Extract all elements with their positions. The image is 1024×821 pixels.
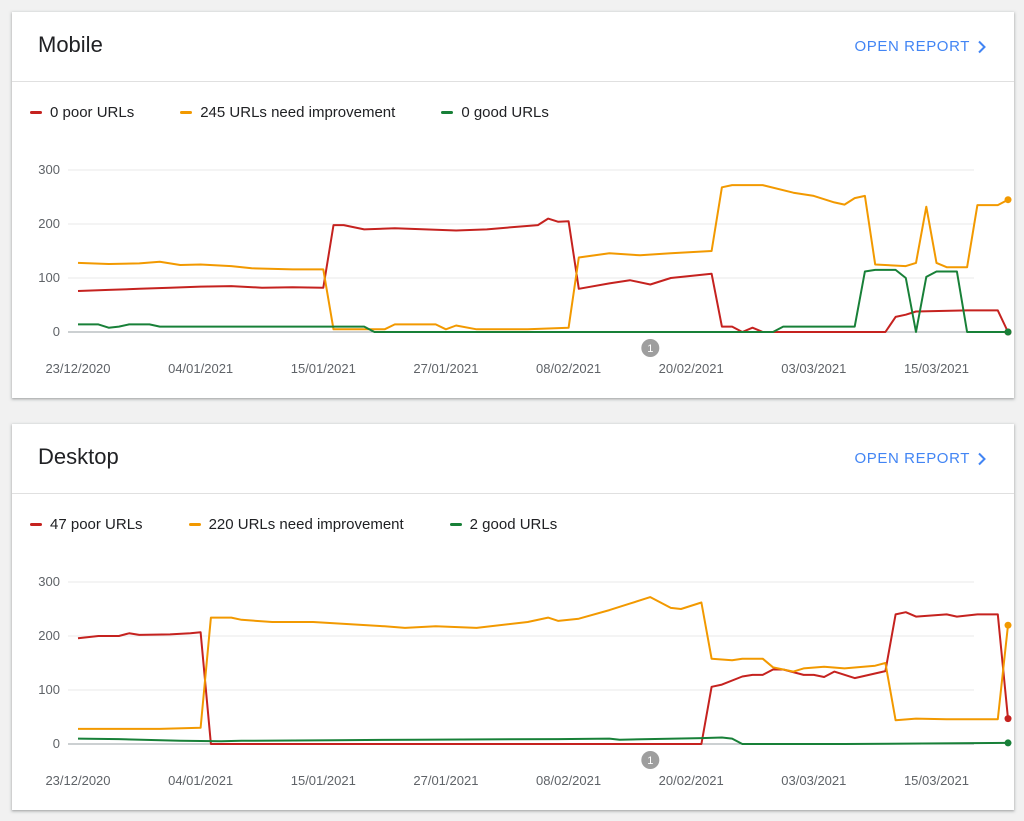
series-end-point-poor[interactable] [1004,715,1012,723]
annotation-label: 1 [647,755,653,767]
series-line-good[interactable] [78,268,1008,333]
y-tick-label: 300 [38,574,60,589]
mobile-card: Mobile OPEN REPORT 0 poor URLs 245 URLs … [12,12,1014,398]
series-end-point-needs[interactable] [1004,621,1012,629]
x-tick-label: 23/12/2020 [45,773,110,788]
mobile-legend-needs-label: 245 URLs need improvement [200,104,396,121]
y-tick-label: 200 [38,628,60,643]
mobile-card-header: Mobile OPEN REPORT [12,12,1014,82]
mobile-line-chart: 0 100 200 300 23/12/2020 04/01/2021 15/01/2021… [38,162,1012,376]
desktop-open-report-label: OPEN REPORT [854,450,970,467]
series-line-poor[interactable] [77,611,1009,745]
mobile-legend-poor[interactable]: 0 poor URLs [30,104,134,121]
mobile-legend-needs[interactable]: 245 URLs need improvement [180,104,395,121]
y-tick-label: 0 [53,736,60,751]
y-tick-label: 100 [38,270,60,285]
x-tick-label: 15/03/2021 [904,361,969,376]
desktop-legend-good-label: 2 good URLs [469,516,558,533]
x-tick-label: 20/02/2021 [659,361,724,376]
desktop-card-header: Desktop OPEN REPORT [12,424,1014,494]
legend-swatch-poor [30,523,42,526]
mobile-open-report-link[interactable]: OPEN REPORT [854,38,988,55]
x-tick-label: 04/01/2021 [168,361,233,376]
x-tick-label: 27/01/2021 [413,773,478,788]
mobile-legend-good-label: 0 good URLs [461,104,549,121]
legend-swatch-needs [188,523,201,526]
x-tick-label: 15/01/2021 [291,773,356,788]
series-end-point-good[interactable] [1004,328,1012,336]
desktop-legend: 47 poor URLs 220 URLs need improvement 2… [30,516,557,533]
series-end-point-good[interactable] [1004,739,1012,747]
y-tick-label: 0 [53,324,60,339]
x-tick-label: 27/01/2021 [413,361,478,376]
x-tick-label: 03/03/2021 [781,773,846,788]
mobile-card-title: Mobile [38,32,103,57]
legend-swatch-good [441,111,454,114]
series-line-needs[interactable] [77,184,1009,331]
series-line-needs[interactable] [78,596,1009,730]
x-tick-label: 04/01/2021 [168,773,233,788]
mobile-legend: 0 poor URLs 245 URLs need improvement 0 … [30,104,549,121]
x-tick-label: 03/03/2021 [781,361,846,376]
x-tick-label: 08/02/2021 [536,773,601,788]
mobile-legend-poor-label: 0 poor URLs [50,104,135,121]
series-end-point-needs[interactable] [1004,196,1012,204]
desktop-legend-poor[interactable]: 47 poor URLs [30,516,143,533]
legend-swatch-poor [30,111,42,114]
y-tick-label: 100 [38,682,60,697]
desktop-legend-poor-label: 47 poor URLs [50,516,143,533]
series-line-poor[interactable] [77,217,1009,333]
x-tick-label: 15/03/2021 [904,773,969,788]
desktop-legend-needs-label: 220 URLs need improvement [208,516,404,533]
x-tick-label: 20/02/2021 [659,773,724,788]
annotation-label: 1 [647,343,653,355]
legend-swatch-good [449,523,462,526]
legend-swatch-needs [180,111,193,114]
desktop-open-report-link[interactable]: OPEN REPORT [854,450,988,467]
chevron-right-icon [978,452,986,465]
desktop-line-chart: 0 100 200 300 23/12/2020 04/01/2021 15/01/2021… [38,574,1012,788]
x-tick-label: 23/12/2020 [45,361,110,376]
desktop-legend-needs[interactable]: 220 URLs need improvement [188,516,404,533]
mobile-open-report-label: OPEN REPORT [854,38,970,55]
mobile-legend-good[interactable]: 0 good URLs [441,104,549,121]
x-tick-label: 08/02/2021 [536,361,601,376]
y-tick-label: 200 [38,216,60,231]
desktop-card-title: Desktop [38,444,119,469]
x-tick-label: 15/01/2021 [291,361,356,376]
chevron-right-icon [978,40,986,53]
desktop-card: Desktop OPEN REPORT 47 poor URLs 220 URL… [12,424,1014,810]
desktop-legend-good[interactable]: 2 good URLs [449,516,558,533]
y-tick-label: 300 [38,162,60,177]
